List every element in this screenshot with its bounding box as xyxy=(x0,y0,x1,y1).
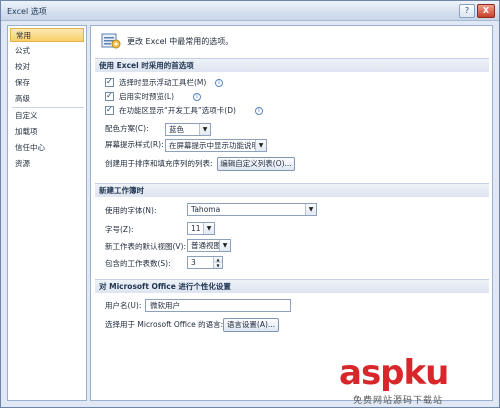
nav-item-popular[interactable]: 常用 xyxy=(10,28,84,42)
help-button[interactable]: ? xyxy=(459,4,475,18)
chevron-down-icon: ▼ xyxy=(305,204,316,215)
screentip-style-select[interactable]: 在屏幕提示中显示功能说明 ▼ xyxy=(165,139,267,152)
spin-down-icon[interactable]: ▼ xyxy=(213,262,222,268)
sheet-count-label: 包含的工作表数(S): xyxy=(105,259,171,268)
info-icon: i xyxy=(215,79,223,87)
nav-divider xyxy=(12,107,84,108)
options-settings-icon xyxy=(101,33,121,49)
sheet-count-value: 3 xyxy=(191,258,196,267)
username-input[interactable]: 微软用户 xyxy=(145,299,291,312)
watermark-subtext: 免费网站源码下载站 xyxy=(353,396,444,406)
options-content: 更改 Excel 中最常用的选项。 使用 Excel 时采用的首选项 选择时显示… xyxy=(90,25,493,401)
banner-text: 更改 Excel 中最常用的选项。 xyxy=(127,37,234,46)
font-size-value: 11 xyxy=(191,224,201,233)
info-icon: i xyxy=(193,93,201,101)
color-scheme-value: 蓝色 xyxy=(169,125,184,134)
font-select[interactable]: Tahoma ▼ xyxy=(187,203,317,216)
screentip-style-value: 在屏幕提示中显示功能说明 xyxy=(169,141,259,150)
sheet-count-stepper[interactable]: 3 ▲ ▼ xyxy=(187,256,223,269)
option-live-preview-label: 启用实时预览(L) xyxy=(119,92,175,101)
font-size-label: 字号(Z): xyxy=(105,225,134,234)
site-watermark-logo: aspku 免费网站源码下载站 xyxy=(339,355,499,407)
section-preferences-header: 使用 Excel 时采用的首选项 xyxy=(95,58,489,72)
nav-item-proofing[interactable]: 校对 xyxy=(10,60,84,74)
chevron-down-icon: ▼ xyxy=(199,124,210,135)
excel-options-dialog: Excel 选项 ? X 常用 公式 校对 保存 高级 自定义 加载项 信任中心… xyxy=(0,0,500,408)
edit-custom-lists-button[interactable]: 编辑自定义列表(O)... xyxy=(217,157,295,171)
option-developer-tab[interactable]: 在功能区显示“开发工具”选项卡(D) i xyxy=(105,103,425,118)
info-icon: i xyxy=(255,107,263,115)
nav-item-trust-center[interactable]: 信任中心 xyxy=(10,141,84,155)
nav-item-advanced[interactable]: 高级 xyxy=(10,92,84,106)
section-personalize-header: 对 Microsoft Office 进行个性化设置 xyxy=(95,279,489,293)
color-scheme-select[interactable]: 蓝色 ▼ xyxy=(165,123,211,136)
option-live-preview[interactable]: 启用实时预览(L) i xyxy=(105,89,405,104)
option-developer-tab-label: 在功能区显示“开发工具”选项卡(D) xyxy=(119,106,236,115)
option-floating-toolbar-label: 选择时显示浮动工具栏(M) xyxy=(119,78,207,87)
chevron-down-icon: ▼ xyxy=(219,240,230,251)
nav-item-formulas[interactable]: 公式 xyxy=(10,44,84,58)
close-button[interactable]: X xyxy=(477,4,495,18)
checkbox-developer-tab[interactable] xyxy=(105,103,114,117)
window-title: Excel 选项 xyxy=(7,7,47,16)
options-nav: 常用 公式 校对 保存 高级 自定义 加载项 信任中心 资源 xyxy=(7,25,87,401)
watermark-logo-text: aspku xyxy=(339,353,449,393)
default-view-value: 普通视图 xyxy=(191,241,221,250)
chevron-down-icon: ▼ xyxy=(203,223,214,234)
language-settings-button[interactable]: 语言设置(A)... xyxy=(223,318,279,332)
nav-item-save[interactable]: 保存 xyxy=(10,76,84,90)
default-view-label: 新工作表的默认视图(V): xyxy=(105,242,187,251)
default-view-select[interactable]: 普通视图 ▼ xyxy=(187,239,231,252)
chevron-down-icon: ▼ xyxy=(255,140,266,151)
font-size-select[interactable]: 11 ▼ xyxy=(187,222,215,235)
option-floating-toolbar[interactable]: 选择时显示浮动工具栏(M) i xyxy=(105,75,405,90)
nav-item-add-ins[interactable]: 加载项 xyxy=(10,125,84,139)
font-label: 使用的字体(N): xyxy=(105,206,157,215)
checkbox-live-preview[interactable] xyxy=(105,89,114,103)
section-new-workbook-header: 新建工作簿时 xyxy=(95,183,489,197)
nav-item-resources[interactable]: 资源 xyxy=(10,157,84,171)
checkbox-floating-toolbar[interactable] xyxy=(105,75,114,89)
language-label: 选择用于 Microsoft Office 的语言: xyxy=(105,320,224,329)
title-bar: Excel 选项 ? X xyxy=(1,1,499,21)
custom-list-label: 创建用于排序和填充序列的列表: xyxy=(105,159,213,168)
nav-item-customize[interactable]: 自定义 xyxy=(10,109,84,123)
font-value: Tahoma xyxy=(191,205,221,214)
banner: 更改 Excel 中最常用的选项。 xyxy=(95,30,489,54)
